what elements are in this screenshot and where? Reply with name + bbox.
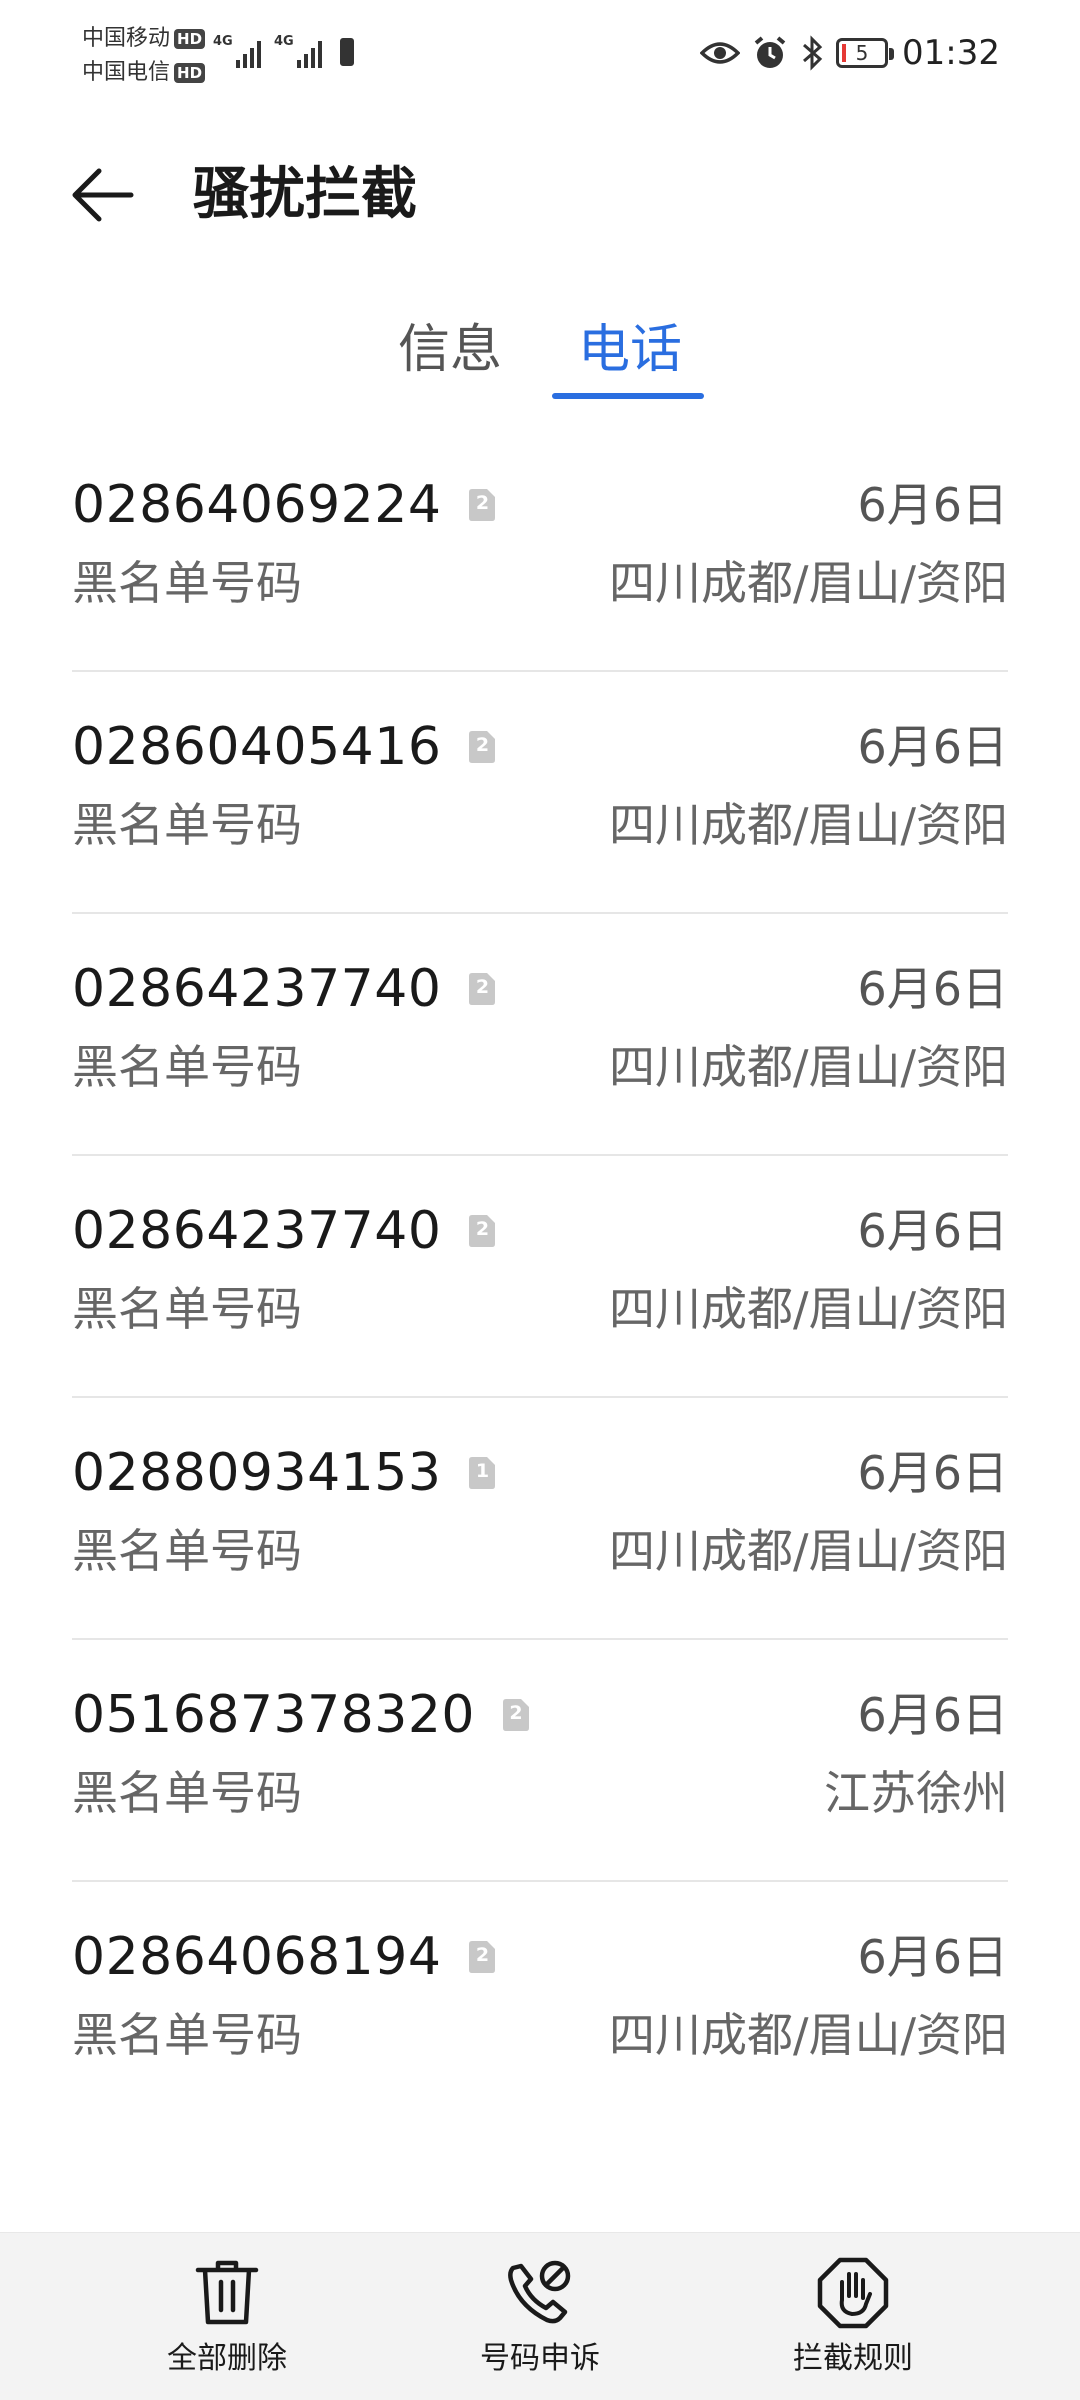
- call-date: 6月6日: [857, 720, 1008, 774]
- status-bar: 中国移动 HD 中国电信 HD 4G 4G 5 01:32: [0, 0, 1080, 110]
- call-location: 四川成都/眉山/资阳: [609, 1040, 1008, 1094]
- call-date: 6月6日: [857, 962, 1008, 1016]
- sim-slot: 2: [475, 1944, 490, 1966]
- carrier-info: 中国移动 HD 中国电信 HD: [82, 22, 206, 90]
- number-appeal-button[interactable]: 号码申诉: [420, 2253, 660, 2393]
- phone-number: 02864068194: [72, 1927, 442, 1987]
- call-type: 黑名单号码: [72, 1524, 302, 1578]
- call-location: 四川成都/眉山/资阳: [609, 556, 1008, 610]
- sim-card-icon: 2: [469, 731, 496, 763]
- call-list-item[interactable]: 02864237740 2 6月6日 黑名单号码 四川成都/眉山/资阳: [0, 1156, 1080, 1398]
- phone-number: 02864237740: [72, 1201, 442, 1261]
- block-rules-button[interactable]: 拦截规则: [733, 2253, 973, 2393]
- tab-active-indicator: [552, 393, 704, 399]
- call-list-item[interactable]: 02880934153 1 6月6日 黑名单号码 四川成都/眉山/资阳: [0, 1398, 1080, 1640]
- hd-badge: HD: [174, 29, 206, 49]
- block-rules-label: 拦截规则: [793, 2341, 913, 2376]
- battery-level: 5: [855, 41, 869, 65]
- call-type: 黑名单号码: [72, 1766, 302, 1820]
- clock: 01:32: [902, 33, 1000, 73]
- battery-icon: 5: [836, 38, 895, 68]
- tab-messages[interactable]: 信息: [380, 310, 520, 390]
- call-list-item[interactable]: 02864237740 2 6月6日 黑名单号码 四川成都/眉山/资阳: [0, 914, 1080, 1156]
- phone-number: 02880934153: [72, 1443, 442, 1503]
- call-date: 6月6日: [857, 1204, 1008, 1258]
- call-location: 四川成都/眉山/资阳: [609, 798, 1008, 852]
- sim-slot: 2: [475, 734, 490, 756]
- phone-number: 051687378320: [72, 1685, 476, 1745]
- sim-card-icon: 1: [469, 1457, 496, 1489]
- sim-card-icon: 2: [469, 1215, 496, 1247]
- arrow-left-icon: [72, 168, 134, 222]
- page-title: 骚扰拦截: [193, 162, 417, 227]
- hd-badge: HD: [174, 63, 206, 83]
- call-date: 6月6日: [857, 478, 1008, 532]
- call-date: 6月6日: [857, 1446, 1008, 1500]
- carrier-2: 中国电信: [82, 60, 171, 85]
- signal-2-icon: 4G: [274, 34, 325, 68]
- call-location: 四川成都/眉山/资阳: [609, 1524, 1008, 1578]
- signal-1-icon: 4G: [213, 34, 264, 68]
- call-type: 黑名单号码: [72, 1282, 302, 1336]
- call-date: 6月6日: [857, 1688, 1008, 1742]
- status-icons: 5 01:32: [700, 28, 1000, 78]
- call-list-item[interactable]: 02860405416 2 6月6日 黑名单号码 四川成都/眉山/资阳: [0, 672, 1080, 914]
- call-list-item[interactable]: 051687378320 2 6月6日 黑名单号码 江苏徐州: [0, 1640, 1080, 1882]
- hand-stop-icon: [817, 2257, 889, 2329]
- tab-calls[interactable]: 电话: [555, 310, 705, 390]
- phone-number: 02860405416: [72, 717, 442, 777]
- call-type: 黑名单号码: [72, 556, 302, 610]
- alarm-icon: [754, 36, 786, 68]
- back-button[interactable]: [62, 155, 142, 235]
- eye-icon: [700, 42, 741, 64]
- call-type: 黑名单号码: [72, 2008, 302, 2062]
- sim-slot: 2: [475, 1218, 490, 1240]
- screen: 中国移动 HD 中国电信 HD 4G 4G 5 01:32 骚扰拦截 信息 电话…: [0, 0, 1080, 2400]
- sim-slot: 2: [475, 492, 490, 514]
- delete-all-button[interactable]: 全部删除: [107, 2253, 347, 2393]
- call-list-item[interactable]: 02864068194 2 6月6日 黑名单号码 四川成都/眉山/资阳: [0, 1882, 1080, 2124]
- sim-card-icon: 2: [469, 489, 496, 521]
- call-location: 四川成都/眉山/资阳: [609, 1282, 1008, 1336]
- sim-card-icon: 2: [469, 1941, 496, 1973]
- call-location: 江苏徐州: [824, 1766, 1008, 1820]
- call-type: 黑名单号码: [72, 1040, 302, 1094]
- tab-bar: 信息 电话: [0, 300, 1080, 410]
- network-type-1: 4G: [213, 34, 233, 49]
- trash-icon: [195, 2260, 259, 2325]
- blocked-call-list: 02864069224 2 6月6日 黑名单号码 四川成都/眉山/资阳 0286…: [0, 430, 1080, 2124]
- bottom-action-bar: 全部删除 号码申诉 拦截规则: [0, 2232, 1080, 2400]
- delete-all-label: 全部删除: [167, 2341, 287, 2376]
- number-appeal-label: 号码申诉: [480, 2341, 600, 2376]
- sim-slot: 2: [475, 976, 490, 998]
- call-location: 四川成都/眉山/资阳: [609, 2008, 1008, 2062]
- call-list-item[interactable]: 02864069224 2 6月6日 黑名单号码 四川成都/眉山/资阳: [0, 430, 1080, 672]
- carrier-1: 中国移动: [82, 26, 171, 51]
- sim-slot: 1: [475, 1460, 490, 1482]
- phone-number: 02864069224: [72, 475, 442, 535]
- bluetooth-icon: [803, 35, 823, 71]
- phone-appeal-icon: [508, 2260, 571, 2324]
- title-bar: 骚扰拦截: [0, 130, 1080, 260]
- sim-battery-icon: [340, 38, 354, 66]
- phone-number: 02864237740: [72, 959, 442, 1019]
- call-date: 6月6日: [857, 1930, 1008, 1984]
- sim-slot: 2: [509, 1702, 523, 1724]
- network-type-2: 4G: [274, 34, 294, 49]
- sim-card-icon: 2: [469, 973, 496, 1005]
- sim-card-icon: 2: [503, 1699, 530, 1731]
- call-type: 黑名单号码: [72, 798, 302, 852]
